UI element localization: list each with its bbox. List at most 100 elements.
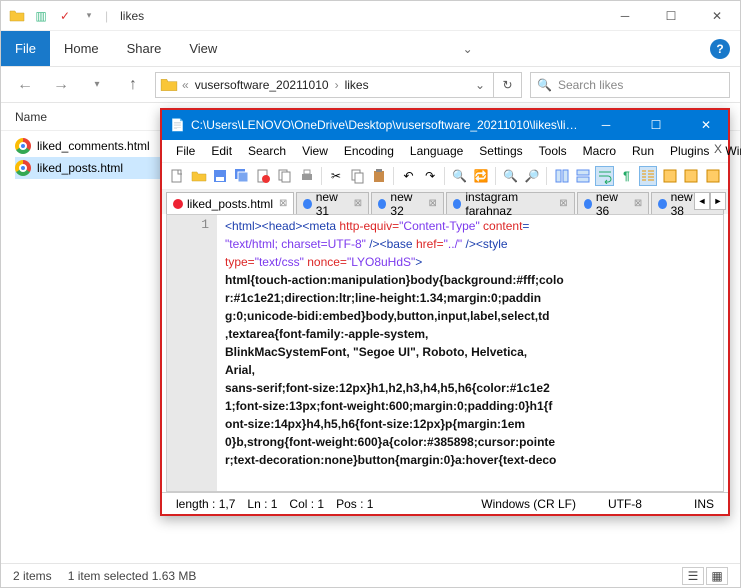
close-button[interactable]: ✕: [694, 1, 740, 31]
tab-close-icon[interactable]: ⊠: [634, 198, 642, 209]
menu-file[interactable]: File: [168, 142, 203, 160]
qa-properties-icon[interactable]: ▥: [33, 8, 49, 24]
explorer-titlebar: ▥ ✓ ▾ | likes ─ ☐ ✕: [1, 1, 740, 31]
editor-tab[interactable]: new 31⊠: [296, 192, 369, 214]
search-icon: 🔍: [537, 78, 552, 92]
tab-status-icon: [658, 199, 666, 209]
undo-icon[interactable]: ↶: [399, 166, 418, 186]
tab-scroll-right[interactable]: ►: [710, 192, 726, 210]
status-selection: 1 item selected 1.63 MB: [68, 569, 197, 583]
print-icon[interactable]: [297, 166, 316, 186]
tab-close-icon[interactable]: ⊠: [559, 198, 567, 209]
editor-tab[interactable]: new 32⊠: [371, 192, 444, 214]
editor-tab[interactable]: liked_posts.html ⊠: [166, 192, 294, 214]
menu-plugins[interactable]: Plugins: [662, 142, 717, 160]
address-dropdown-icon[interactable]: ⌄: [471, 78, 489, 92]
cut-icon[interactable]: ✂: [327, 166, 346, 186]
paste-icon[interactable]: [370, 166, 389, 186]
sync-h-icon[interactable]: [574, 166, 593, 186]
npp-titlebar[interactable]: 📄 C:\Users\LENOVO\OneDrive\Desktop\vuser…: [162, 110, 728, 140]
status-pos: Pos : 1: [330, 497, 379, 511]
help-button[interactable]: ?: [710, 39, 730, 59]
crumb-1[interactable]: vusersoftware_20211010: [193, 78, 331, 92]
tab-close-icon[interactable]: ⊠: [428, 198, 436, 209]
chevron-right-icon: ›: [335, 78, 339, 92]
menu-encoding[interactable]: Encoding: [336, 142, 402, 160]
minimize-button[interactable]: ─: [602, 1, 648, 31]
view-details-button[interactable]: ☰: [682, 567, 704, 585]
search-placeholder: Search likes: [558, 78, 623, 92]
tab-close-icon[interactable]: ⊠: [279, 198, 287, 209]
status-line: Ln : 1: [241, 497, 283, 511]
npp-title: C:\Users\LENOVO\OneDrive\Desktop\vuserso…: [191, 118, 578, 132]
doc-map-icon[interactable]: [682, 166, 701, 186]
close-all-icon[interactable]: [276, 166, 295, 186]
tab-file[interactable]: File: [1, 31, 50, 66]
func-list-icon[interactable]: [703, 166, 722, 186]
tab-view[interactable]: View: [175, 31, 231, 66]
nav-up-button[interactable]: ↑: [119, 71, 147, 99]
save-icon[interactable]: [211, 166, 230, 186]
qa-dropdown-icon[interactable]: ▾: [81, 8, 97, 24]
code-content[interactable]: <html><head><meta http-equiv="Content-Ty…: [217, 215, 723, 491]
zoom-in-icon[interactable]: 🔍: [501, 166, 520, 186]
tab-scroll-left[interactable]: ◄: [694, 192, 710, 210]
save-all-icon[interactable]: [233, 166, 252, 186]
menu-settings[interactable]: Settings: [471, 142, 530, 160]
address-bar[interactable]: « vusersoftware_20211010 › likes ⌄: [155, 72, 494, 98]
editor-area[interactable]: 1 <html><head><meta http-equiv="Content-…: [166, 214, 724, 492]
wordwrap-icon[interactable]: [595, 166, 614, 186]
tab-label: new 32: [390, 190, 422, 218]
nav-back-button[interactable]: ←: [11, 71, 39, 99]
user-lang-icon[interactable]: [660, 166, 679, 186]
explorer-statusbar: 2 items 1 item selected 1.63 MB ☰ ▦: [1, 563, 740, 587]
indent-guide-icon[interactable]: [639, 166, 658, 186]
tab-label: new 31: [316, 190, 348, 218]
npp-close-button[interactable]: ✕: [684, 110, 728, 140]
close-file-icon[interactable]: [254, 166, 273, 186]
file-name: liked_comments.html: [37, 139, 150, 153]
nav-recent-dropdown[interactable]: ▾: [83, 71, 111, 99]
replace-icon[interactable]: 🔁: [472, 166, 491, 186]
menu-language[interactable]: Language: [402, 142, 471, 160]
status-length: length : 1,7: [170, 497, 241, 511]
maximize-button[interactable]: ☐: [648, 1, 694, 31]
menu-view[interactable]: View: [294, 142, 336, 160]
zoom-out-icon[interactable]: 🔎: [523, 166, 542, 186]
ribbon-expand-icon[interactable]: ⌄: [463, 42, 473, 56]
npp-close-x-icon[interactable]: X: [714, 142, 722, 156]
menu-tools[interactable]: Tools: [531, 142, 575, 160]
new-file-icon[interactable]: [168, 166, 187, 186]
tab-home[interactable]: Home: [50, 31, 113, 66]
editor-tab[interactable]: instagram farahnaz⊠: [446, 192, 575, 214]
crumb-2[interactable]: likes: [343, 78, 371, 92]
status-col: Col : 1: [283, 497, 330, 511]
copy-icon[interactable]: [348, 166, 367, 186]
find-icon[interactable]: 🔍: [450, 166, 469, 186]
tab-close-icon[interactable]: ⊠: [354, 198, 362, 209]
menu-macro[interactable]: Macro: [575, 142, 624, 160]
tab-label: liked_posts.html: [187, 197, 273, 211]
menu-run[interactable]: Run: [624, 142, 662, 160]
sync-v-icon[interactable]: [552, 166, 571, 186]
menu-edit[interactable]: Edit: [203, 142, 240, 160]
notepadpp-window: 📄 C:\Users\LENOVO\OneDrive\Desktop\vuser…: [160, 108, 730, 516]
npp-maximize-button[interactable]: ☐: [634, 110, 678, 140]
qa-checkmark-icon[interactable]: ✓: [57, 8, 73, 24]
npp-minimize-button[interactable]: ─: [584, 110, 628, 140]
folder-icon: [9, 8, 25, 24]
tab-status-icon: [303, 199, 311, 209]
chevron-left-icon[interactable]: «: [182, 78, 189, 92]
redo-icon[interactable]: ↷: [421, 166, 440, 186]
menu-search[interactable]: Search: [240, 142, 294, 160]
nav-forward-button[interactable]: →: [47, 71, 75, 99]
refresh-button[interactable]: ↻: [494, 72, 522, 98]
view-icons-button[interactable]: ▦: [706, 567, 728, 585]
tab-label: new 36: [596, 190, 628, 218]
editor-tab[interactable]: new 36⊠: [577, 192, 650, 214]
search-box[interactable]: 🔍 Search likes: [530, 72, 730, 98]
npp-tabbar: liked_posts.html⊠new 31⊠new 32⊠instagram…: [162, 190, 728, 214]
open-file-icon[interactable]: [190, 166, 209, 186]
tab-share[interactable]: Share: [113, 31, 176, 66]
show-all-chars-icon[interactable]: ¶: [617, 166, 636, 186]
